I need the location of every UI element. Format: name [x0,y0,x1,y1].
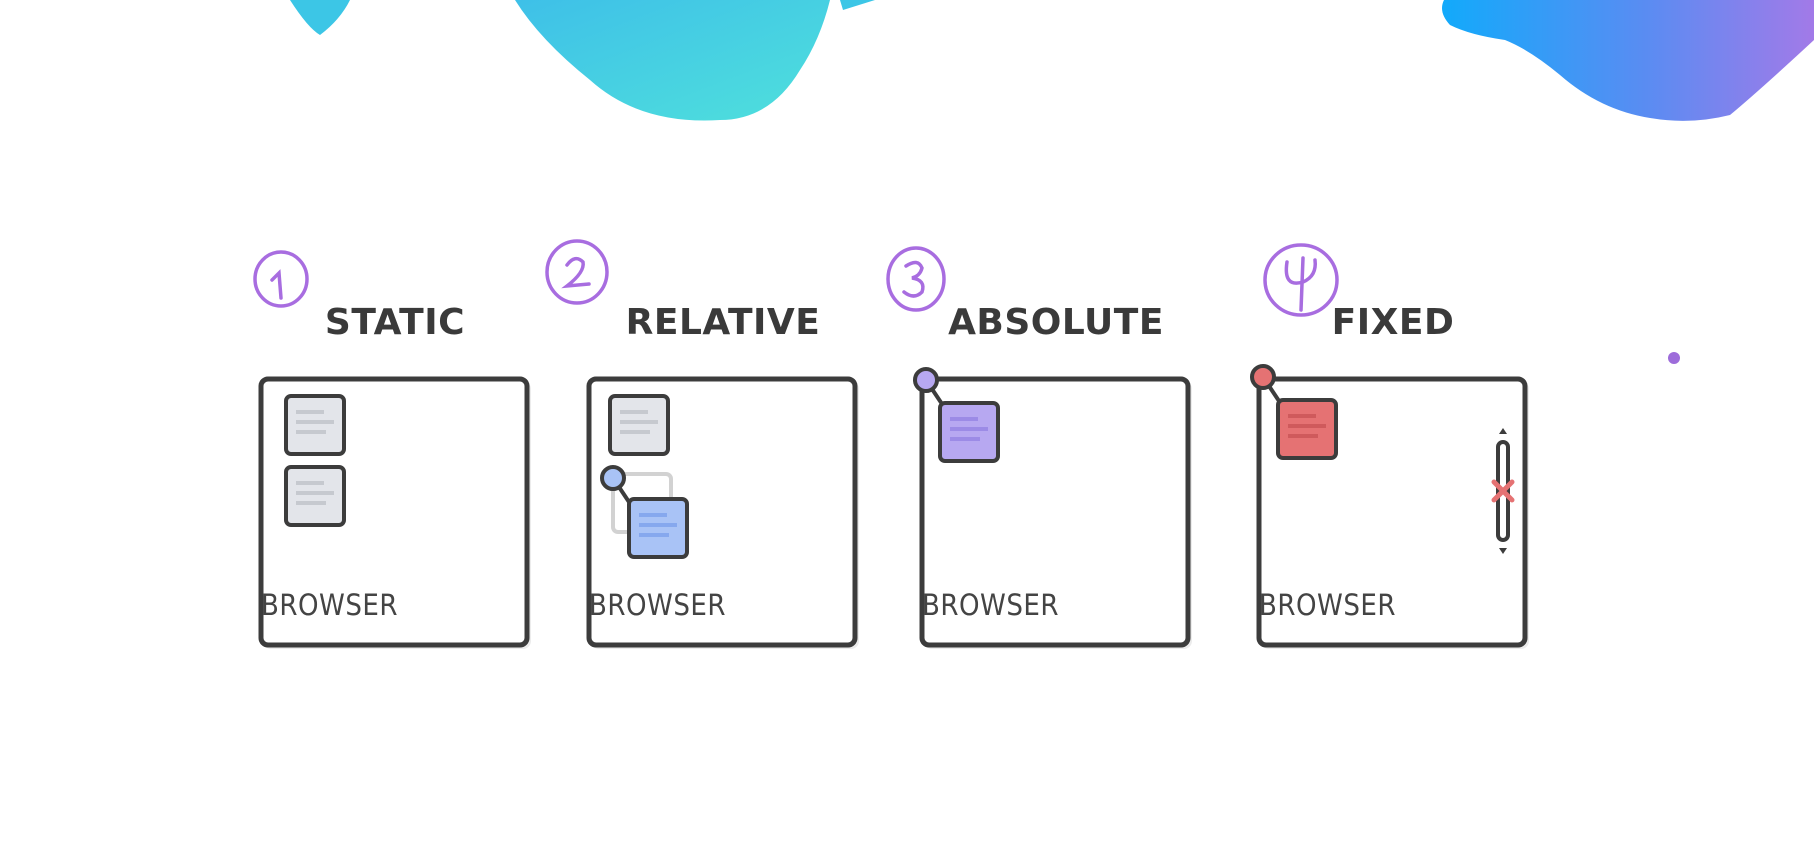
panel-fixed: FIXED BROWSER [1223,210,1563,670]
static-element-box-2 [284,465,346,527]
panel-relative: RELATIVE BROWSER [545,210,893,670]
teal-blob-shape [515,0,830,121]
panel-static: STATIC BROWSER [225,210,565,670]
panel-absolute: ABSOLUTE BROWSER [886,210,1226,670]
scrollbar-icon [1491,428,1515,554]
panel-title: ABSOLUTE [948,302,1164,343]
teal-small-drop-shape [290,0,350,35]
panel-title: STATIC [324,302,466,343]
red-origin-pin [1250,364,1276,390]
browser-label: BROWSER [589,588,727,622]
number-3-circle-icon [886,246,946,312]
purple-dot [1668,352,1680,364]
number-1-circle-icon [253,250,309,308]
absolute-element-box [938,401,1000,463]
panel-title: RELATIVE [625,302,821,343]
browser-label: BROWSER [1259,588,1397,622]
browser-label: BROWSER [261,588,399,622]
relative-element-box [627,497,689,559]
static-element-box [608,394,670,456]
number-2-circle-icon [545,239,609,305]
panel-title: FIXED [1331,302,1455,343]
blue-purple-wave-shape [1442,0,1814,121]
purple-origin-pin [913,367,939,393]
teal-sliver-shape [840,0,875,10]
blue-origin-pin [600,465,626,491]
static-element-box-1 [284,394,346,456]
browser-label: BROWSER [922,588,1060,622]
fixed-element-box [1276,398,1338,460]
